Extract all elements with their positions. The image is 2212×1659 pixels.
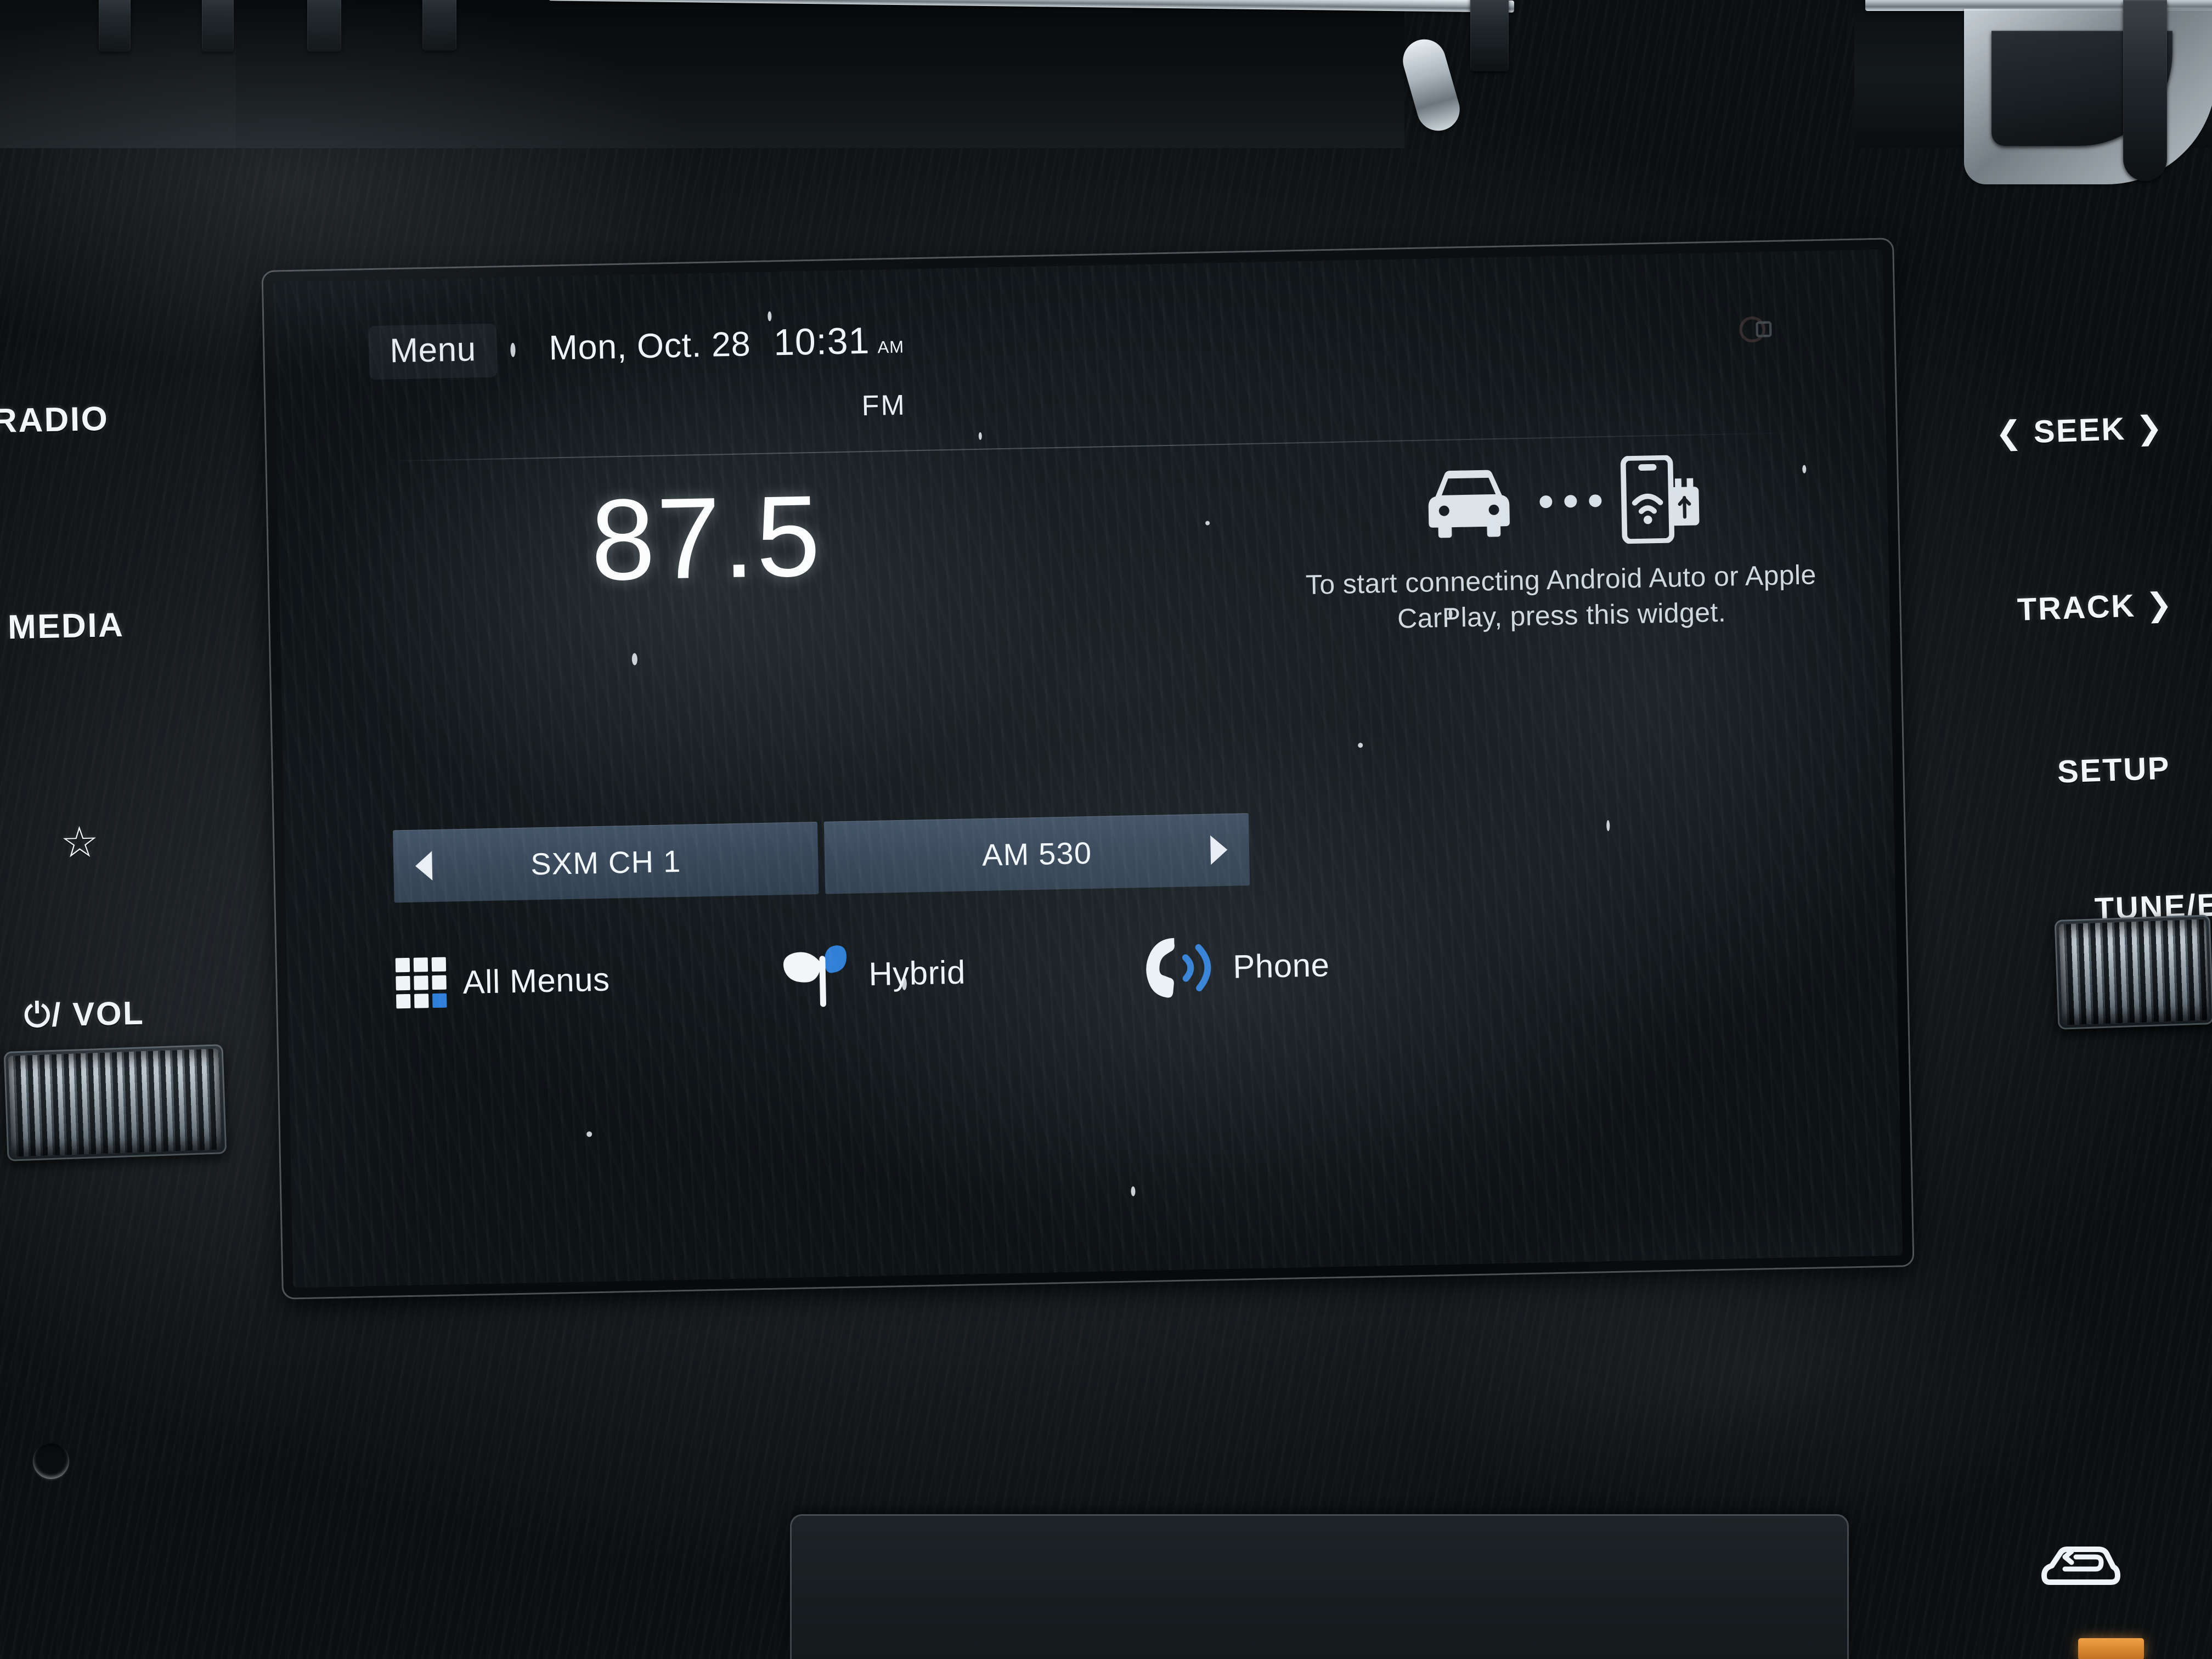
- vent-blade: [307, 0, 341, 52]
- car-front-icon: [1428, 470, 1510, 538]
- dashboard-console: Menu Mon, Oct. 28 10:31 AM FM 87.5 To st…: [0, 0, 2212, 1659]
- hardkey-favorite-star[interactable]: ☆: [60, 817, 99, 867]
- date-time-display: Mon, Oct. 28 10:31 AM: [549, 319, 905, 369]
- air-recirculation-icon[interactable]: [2039, 1543, 2122, 1598]
- projection-icon-row: [1284, 444, 1835, 559]
- preset-am-button[interactable]: AM 530: [823, 813, 1250, 894]
- hardkey-track[interactable]: TRACK ❯: [2017, 585, 2174, 628]
- infotainment-screen[interactable]: Menu Mon, Oct. 28 10:31 AM FM 87.5 To st…: [273, 249, 1903, 1288]
- infotainment-display-bezel: Menu Mon, Oct. 28 10:31 AM FM 87.5 To st…: [263, 239, 1913, 1298]
- ampm-text: AM: [877, 337, 905, 357]
- hardkey-power-volume[interactable]: ⏻/ VOL: [24, 994, 145, 1035]
- projection-instruction-text: To start connecting Android Auto or Appl…: [1305, 559, 1817, 634]
- vent-blade: [99, 0, 131, 52]
- all-menus-label: All Menus: [462, 961, 611, 1001]
- hardkey-radio[interactable]: RADIO: [0, 399, 109, 441]
- vent-blade: [202, 0, 234, 52]
- climate-indicator-light: [2078, 1638, 2144, 1659]
- phone-button[interactable]: Phone: [1141, 928, 1471, 1002]
- dust-speck: [631, 653, 638, 665]
- phone-label: Phone: [1232, 946, 1330, 985]
- connection-dots-icon: [1539, 494, 1602, 508]
- dust-speck: [1131, 1186, 1136, 1197]
- vent-blade: [422, 0, 456, 50]
- volume-knob[interactable]: [3, 1044, 227, 1161]
- preset-label: SXM CH 1: [530, 843, 681, 881]
- radio-frequency-display[interactable]: 87.5: [277, 471, 1135, 605]
- phone-wireless-usb-icon: [1620, 454, 1699, 544]
- vent-chrome-trim: [1398, 34, 1465, 136]
- preset-button-row: SXM CH 1 AM 530: [393, 813, 1250, 903]
- quick-launch-bar: All Menus Hybrid Phone: [395, 905, 1691, 1035]
- grid-3x3-icon: [395, 957, 447, 1009]
- lower-climate-panel: [790, 1514, 1849, 1659]
- microphone-hole: [33, 1443, 69, 1479]
- tune-knob-knurling: [2058, 919, 2210, 1025]
- dust-speck: [586, 1131, 592, 1137]
- chevron-left-icon[interactable]: [412, 849, 438, 883]
- air-vent-center: [236, 0, 1404, 148]
- hybrid-label: Hybrid: [868, 953, 966, 992]
- preset-sxm-button[interactable]: SXM CH 1: [393, 821, 819, 903]
- status-indicator-icon: [1739, 316, 1772, 343]
- hardkey-media[interactable]: MEDIA: [7, 606, 125, 647]
- dust-speck: [978, 432, 982, 440]
- preset-label: AM 530: [981, 835, 1092, 872]
- volume-knob-knurling: [8, 1048, 223, 1157]
- leaf-icon: [783, 945, 847, 1007]
- tune-knob[interactable]: [2054, 915, 2212, 1030]
- date-text: Mon, Oct. 28: [548, 325, 751, 368]
- chevron-right-icon[interactable]: [1205, 833, 1231, 867]
- all-menus-button[interactable]: All Menus: [395, 950, 781, 1009]
- vent-blade: [2123, 0, 2167, 181]
- clock-text: 10:31: [773, 319, 871, 364]
- phone-projection-widget[interactable]: To start connecting Android Auto or Appl…: [1284, 444, 1837, 639]
- vent-blade: [1470, 0, 1509, 71]
- menu-button-label: Menu: [389, 330, 477, 370]
- hybrid-button[interactable]: Hybrid: [779, 936, 1142, 1008]
- dust-speck: [1606, 820, 1610, 832]
- hardkey-setup[interactable]: SETUP: [2057, 749, 2171, 790]
- dust-speck: [1205, 521, 1210, 526]
- menu-button[interactable]: Menu: [368, 323, 498, 380]
- dust-speck: [1358, 742, 1363, 748]
- phone-handset-icon: [1146, 938, 1211, 998]
- hardkey-seek[interactable]: ❮ SEEK ❯: [1995, 409, 2165, 452]
